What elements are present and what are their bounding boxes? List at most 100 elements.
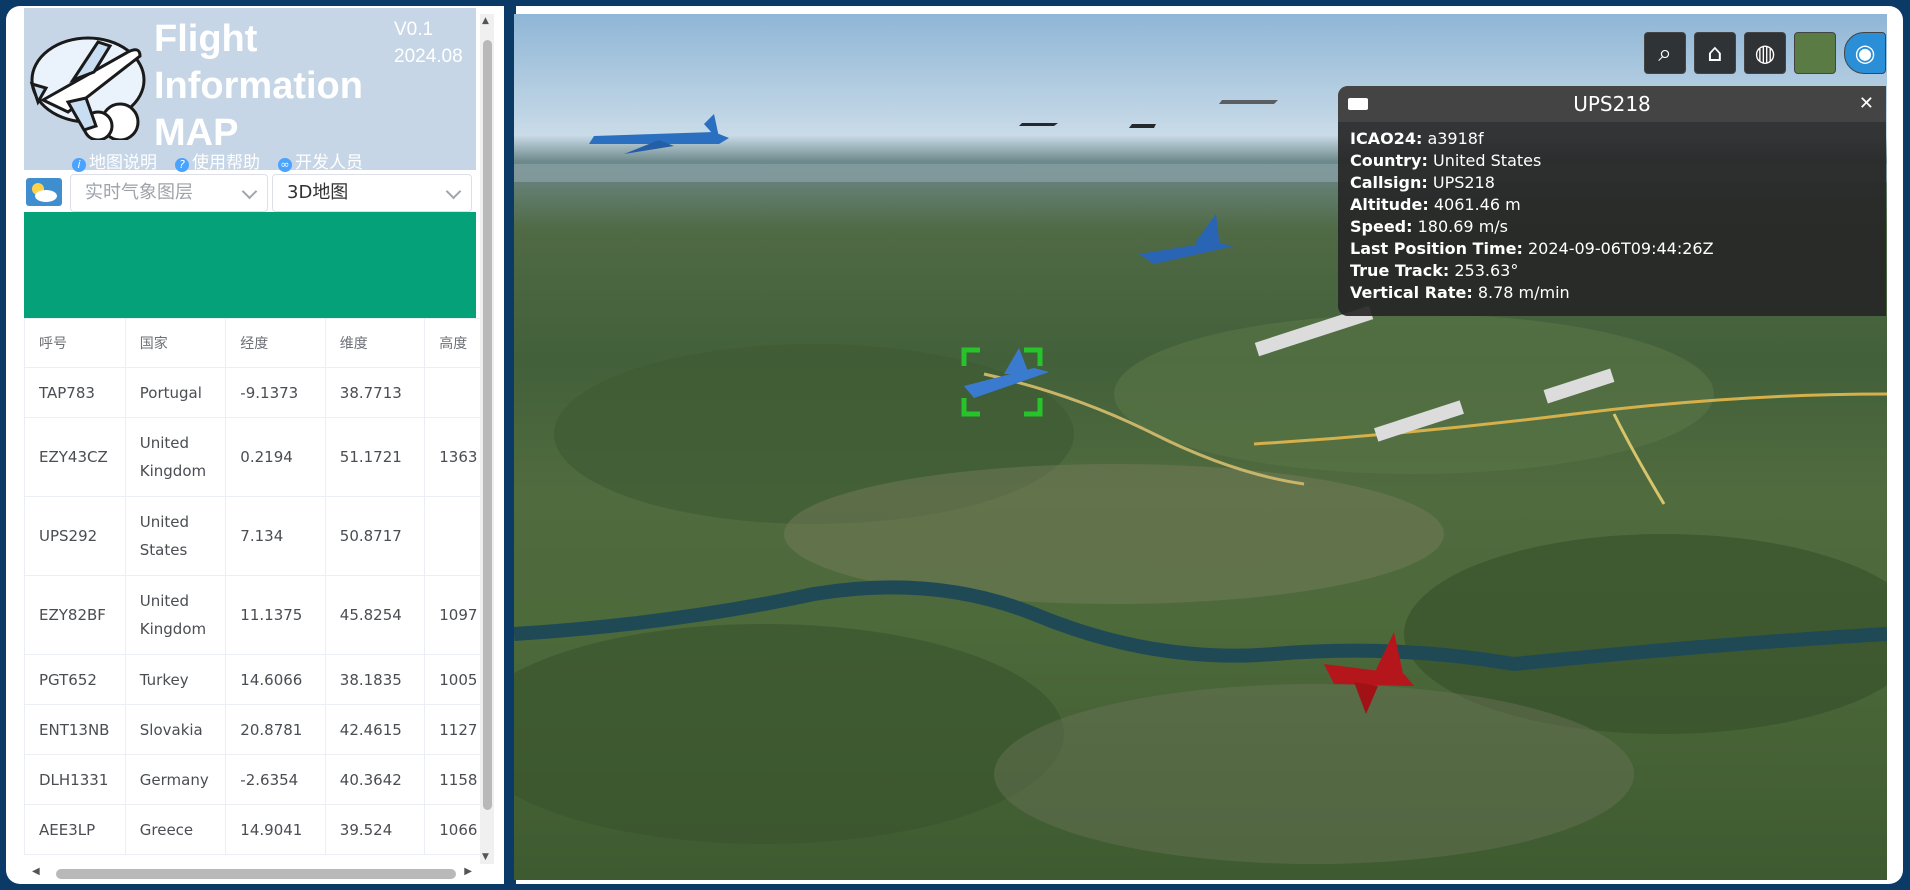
table-row[interactable]: TAP783 Portugal -9.1373 38.7713	[24, 367, 494, 418]
cell-callsign: AEE3LP	[24, 804, 126, 855]
cell-longitude: 14.6066	[225, 654, 326, 705]
table-row[interactable]: EZY82BF United Kingdom 11.1375 45.8254 1…	[24, 575, 494, 655]
cell-latitude: 38.1835	[324, 654, 426, 705]
scroll-up-icon[interactable]: ▲	[482, 16, 489, 26]
close-icon[interactable]: ✕	[1859, 86, 1874, 122]
cell-longitude: 0.2194	[225, 417, 326, 497]
flight-table: 呼号 国家 经度 维度 高度 TAP783 Portugal -9.1373 3…	[24, 318, 494, 855]
scroll-thumb[interactable]	[56, 869, 456, 879]
map-viewport[interactable]: ⌕ ⌂ ◍ ◉ UPS218 ✕ ICAO24: a3918f Country:…	[514, 14, 1887, 880]
info-title: UPS218	[1573, 92, 1651, 116]
horizontal-scrollbar[interactable]: ◀ ▶	[32, 866, 472, 880]
cell-latitude: 38.7713	[324, 367, 426, 418]
cell-country: United States	[124, 496, 227, 576]
layers-icon[interactable]	[1794, 32, 1836, 74]
weather-icon	[32, 183, 57, 202]
cell-callsign: EZY43CZ	[24, 417, 126, 497]
info-value: 8.78 m/min	[1477, 283, 1570, 302]
map-mode-select[interactable]: 3D地图	[272, 174, 472, 212]
info-value: United States	[1432, 151, 1542, 170]
cell-callsign: DLH1331	[24, 754, 126, 805]
developers-link[interactable]: ∞ 开发人员	[278, 148, 363, 173]
info-label: True Track:	[1350, 261, 1450, 280]
table-row[interactable]: AEE3LP Greece 14.9041 39.524 1066	[24, 804, 494, 855]
link-label: 使用帮助	[192, 153, 260, 173]
info-row: Country: United States	[1350, 150, 1874, 172]
table-row[interactable]: ENT13NB Slovakia 20.8781 42.4615 1127	[24, 704, 494, 755]
info-value: 4061.46 m	[1433, 195, 1521, 214]
help-link[interactable]: ? 使用帮助	[175, 148, 260, 173]
version-date: 2024.08	[394, 46, 463, 67]
info-label: Callsign:	[1350, 173, 1428, 192]
visibility-icon[interactable]: ◉	[1844, 32, 1886, 74]
info-value: a3918f	[1427, 129, 1484, 148]
cell-country: Portugal	[124, 367, 227, 418]
info-value: UPS218	[1432, 173, 1495, 192]
info-body: ICAO24: a3918f Country: United States Ca…	[1338, 122, 1886, 310]
weather-layer-button[interactable]	[26, 178, 62, 206]
chevron-down-icon	[445, 183, 462, 200]
column-header[interactable]: 经度	[225, 318, 326, 368]
scroll-thumb[interactable]	[483, 40, 492, 810]
home-icon[interactable]: ⌂	[1694, 32, 1736, 74]
link-label: 地图说明	[89, 153, 157, 173]
scroll-left-icon[interactable]: ◀	[32, 866, 40, 877]
camera-icon[interactable]	[1348, 98, 1368, 110]
cell-country: Slovakia	[124, 704, 227, 755]
cell-longitude: 14.9041	[225, 804, 326, 855]
scroll-down-icon[interactable]: ▼	[482, 852, 489, 862]
cell-longitude: 7.134	[225, 496, 326, 576]
column-header[interactable]: 呼号	[24, 318, 126, 368]
cell-callsign: ENT13NB	[24, 704, 126, 755]
info-row: Callsign: UPS218	[1350, 172, 1874, 194]
info-row: Last Position Time: 2024-09-06T09:44:26Z	[1350, 238, 1874, 260]
cell-latitude: 45.8254	[324, 575, 426, 655]
scroll-right-icon[interactable]: ▶	[464, 866, 472, 877]
table-row[interactable]: PGT652 Turkey 14.6066 38.1835 1005	[24, 654, 494, 705]
help-icon: ?	[175, 158, 189, 172]
info-header: UPS218 ✕	[1338, 86, 1886, 122]
cell-callsign: TAP783	[24, 367, 126, 418]
version-label: V0.1	[394, 19, 434, 40]
cell-country: United Kingdom	[124, 575, 227, 655]
cell-longitude: -9.1373	[225, 367, 326, 418]
cell-callsign: PGT652	[24, 654, 126, 705]
info-row: Speed: 180.69 m/s	[1350, 216, 1874, 238]
info-row: True Track: 253.63°	[1350, 260, 1874, 282]
cell-country: Greece	[124, 804, 227, 855]
vertical-scrollbar[interactable]: ▲ ▼	[480, 14, 494, 864]
cell-longitude: 20.8781	[225, 704, 326, 755]
airplane-cloud-logo	[29, 36, 146, 140]
column-header[interactable]: 国家	[124, 318, 227, 368]
layer-toolbar: 实时气象图层 3D地图	[24, 172, 476, 212]
search-icon[interactable]: ⌕	[1644, 32, 1686, 74]
map-info-link[interactable]: i 地图说明	[72, 148, 157, 173]
info-label: Speed:	[1350, 217, 1413, 236]
title-line: Flight	[154, 18, 258, 60]
cell-longitude: 11.1375	[225, 575, 326, 655]
table-row[interactable]: UPS292 United States 7.134 50.8717	[24, 496, 494, 576]
weather-panel	[24, 212, 476, 318]
globe-icon[interactable]: ◍	[1744, 32, 1786, 74]
table-row[interactable]: DLH1331 Germany -2.6354 40.3642 1158	[24, 754, 494, 805]
cell-callsign: EZY82BF	[24, 575, 126, 655]
cell-country: Germany	[124, 754, 227, 805]
map-controls: ⌕ ⌂ ◍ ◉	[1644, 32, 1886, 74]
cell-country: United Kingdom	[124, 417, 227, 497]
info-icon: i	[72, 158, 86, 172]
info-row: ICAO24: a3918f	[1350, 128, 1874, 150]
link-icon: ∞	[278, 158, 292, 172]
cell-longitude: -2.6354	[225, 754, 326, 805]
info-label: Altitude:	[1350, 195, 1429, 214]
header: Flight Information MAP V0.1 2024.08 i 地图说…	[24, 8, 476, 173]
weather-layer-select[interactable]: 实时气象图层	[70, 174, 268, 212]
header-links: i 地图说明 ? 使用帮助 ∞ 开发人员	[72, 148, 363, 173]
info-label: ICAO24:	[1350, 129, 1423, 148]
table-header-row: 呼号 国家 经度 维度 高度	[24, 318, 494, 368]
info-label: Country:	[1350, 151, 1428, 170]
info-label: Vertical Rate:	[1350, 283, 1473, 302]
column-header[interactable]: 维度	[324, 318, 426, 368]
info-row: Vertical Rate: 8.78 m/min	[1350, 282, 1874, 304]
table-row[interactable]: EZY43CZ United Kingdom 0.2194 51.1721 13…	[24, 417, 494, 497]
info-value: 180.69 m/s	[1417, 217, 1509, 236]
